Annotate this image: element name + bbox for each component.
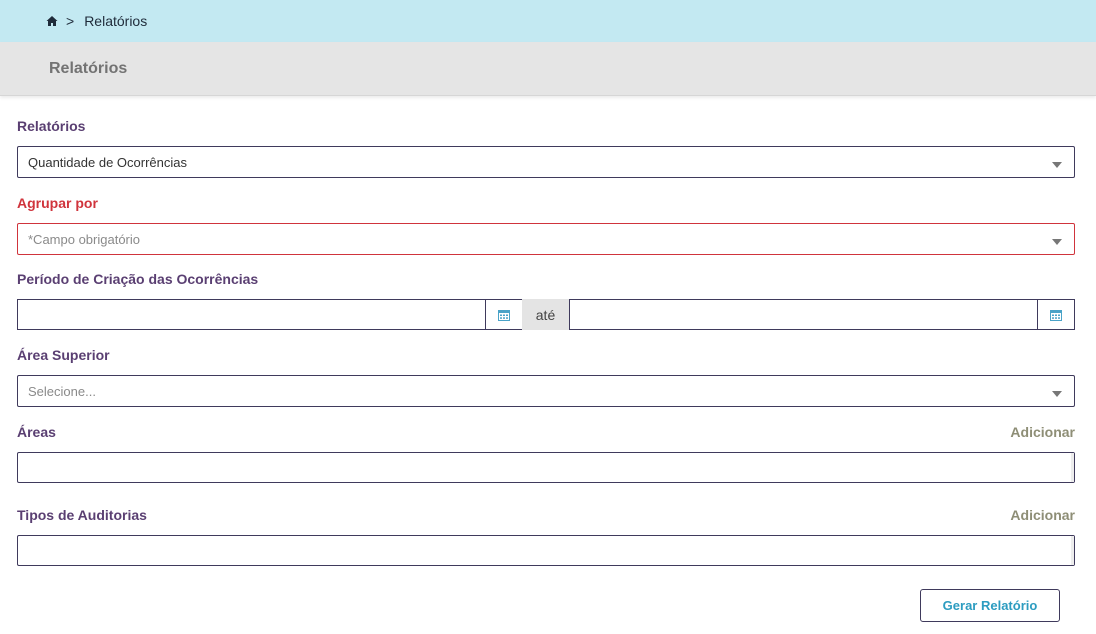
- tipos-auditorias-add-link[interactable]: Adicionar: [1010, 507, 1075, 523]
- tipos-auditorias-label: Tipos de Auditorias: [17, 507, 147, 523]
- areas-label: Áreas: [17, 424, 56, 440]
- calendar-icon: [1050, 309, 1062, 321]
- chevron-down-icon: [1052, 162, 1062, 168]
- chevron-down-icon: [1052, 239, 1062, 245]
- chevron-down-icon: [1052, 391, 1062, 397]
- areas-add-link[interactable]: Adicionar: [1010, 424, 1075, 440]
- area-superior-select[interactable]: Selecione...: [17, 375, 1075, 407]
- page-header: Relatórios: [0, 42, 1096, 96]
- area-superior-label: Área Superior: [17, 347, 110, 363]
- breadcrumb-separator: >: [66, 13, 75, 29]
- calendar-end-button[interactable]: [1037, 299, 1075, 330]
- areas-scrollbar[interactable]: [1071, 453, 1074, 482]
- calendar-icon: [498, 309, 510, 321]
- periodo-label: Período de Criação das Ocorrências: [17, 271, 259, 287]
- agrupar-select[interactable]: *Campo obrigatório: [17, 223, 1075, 255]
- gerar-relatorio-button[interactable]: Gerar Relatório: [920, 589, 1060, 622]
- home-icon[interactable]: [46, 15, 58, 27]
- periodo-start-input[interactable]: [17, 299, 486, 330]
- breadcrumb-current: Relatórios: [84, 13, 148, 29]
- agrupar-placeholder: *Campo obrigatório: [28, 231, 141, 247]
- relatorios-select[interactable]: Quantidade de Ocorrências: [17, 146, 1075, 178]
- relatorios-select-value: Quantidade de Ocorrências: [28, 154, 187, 170]
- areas-list[interactable]: [17, 452, 1075, 483]
- page-title: Relatórios: [49, 59, 128, 77]
- breadcrumb: > Relatórios: [0, 0, 1096, 42]
- tipos-auditorias-list[interactable]: [17, 535, 1075, 566]
- calendar-start-button[interactable]: [485, 299, 523, 330]
- periodo-between-label: até: [522, 299, 569, 330]
- agrupar-label: Agrupar por: [17, 195, 98, 211]
- relatorios-label: Relatórios: [17, 118, 86, 134]
- tipos-auditorias-scrollbar[interactable]: [1071, 536, 1074, 565]
- periodo-end-input[interactable]: [569, 299, 1038, 330]
- area-superior-placeholder: Selecione...: [28, 383, 96, 399]
